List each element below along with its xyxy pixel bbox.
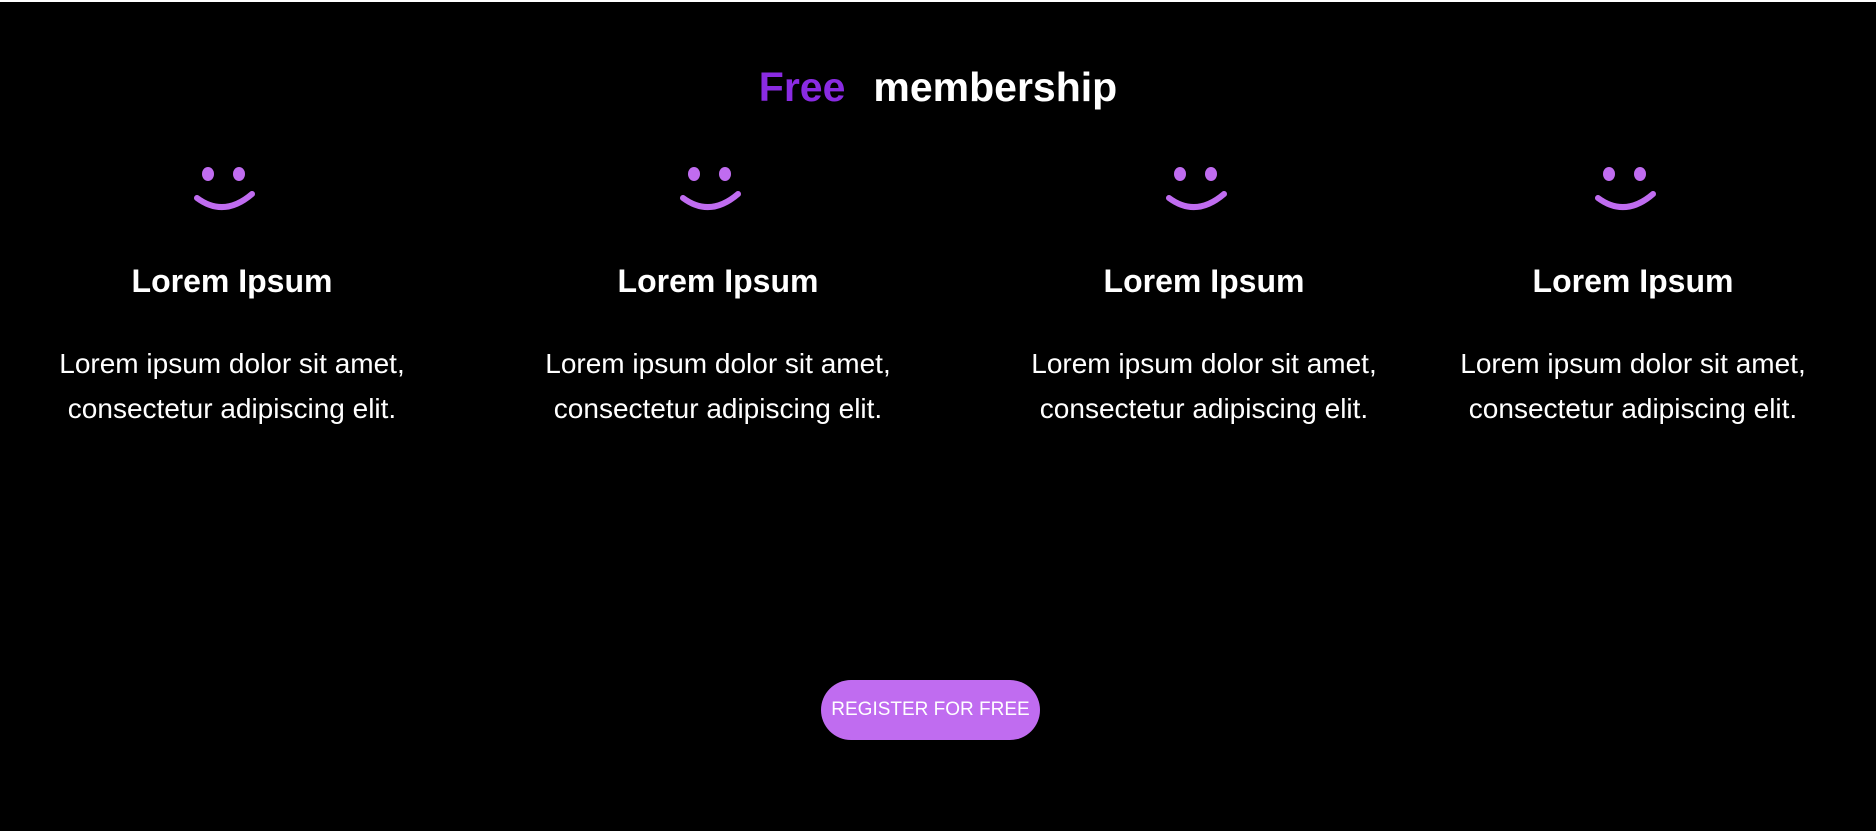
feature-description-line: consectetur adipiscing elit. — [553, 393, 883, 424]
smiley-icon — [1166, 167, 1227, 211]
title-rest-word: membership — [873, 64, 1118, 110]
top-border-line — [0, 0, 1876, 2]
feature-description-line: Lorem ipsum dolor sit amet, — [1460, 348, 1806, 379]
title-highlight-word: Free — [758, 64, 846, 110]
smiley-icon — [194, 167, 255, 211]
feature-card: Lorem Ipsum Lorem ipsum dolor sit amet, … — [961, 150, 1447, 450]
register-button[interactable]: REGISTER FOR FREE — [821, 680, 1040, 740]
feature-card: Lorem Ipsum Lorem ipsum dolor sit amet, … — [475, 150, 961, 450]
feature-description-line: consectetur adipiscing elit. — [67, 393, 397, 424]
feature-card: Lorem Ipsum Lorem ipsum dolor sit amet, … — [0, 150, 475, 450]
features-row: Lorem Ipsum Lorem ipsum dolor sit amet, … — [0, 150, 1876, 450]
feature-description: Lorem ipsum dolor sit amet, consectetur … — [0, 341, 475, 431]
section-title: Free membership — [0, 60, 1876, 114]
smiley-icon — [1595, 167, 1656, 211]
feature-description-line: Lorem ipsum dolor sit amet, — [1031, 348, 1377, 379]
smiley-icon — [680, 167, 741, 211]
feature-description-line: consectetur adipiscing elit. — [1039, 393, 1369, 424]
feature-title: Lorem Ipsum — [131, 263, 333, 299]
feature-title: Lorem Ipsum — [617, 263, 819, 299]
feature-title: Lorem Ipsum — [1532, 263, 1734, 299]
feature-title: Lorem Ipsum — [1103, 263, 1305, 299]
feature-description-line: consectetur adipiscing elit. — [1468, 393, 1798, 424]
feature-description: Lorem ipsum dolor sit amet, consectetur … — [475, 341, 961, 431]
feature-description: Lorem ipsum dolor sit amet, consectetur … — [961, 341, 1447, 431]
feature-card: Lorem Ipsum Lorem ipsum dolor sit amet, … — [1390, 150, 1876, 450]
feature-description-line: Lorem ipsum dolor sit amet, — [545, 348, 891, 379]
feature-description: Lorem ipsum dolor sit amet, consectetur … — [1390, 341, 1876, 431]
feature-description-line: Lorem ipsum dolor sit amet, — [59, 348, 405, 379]
